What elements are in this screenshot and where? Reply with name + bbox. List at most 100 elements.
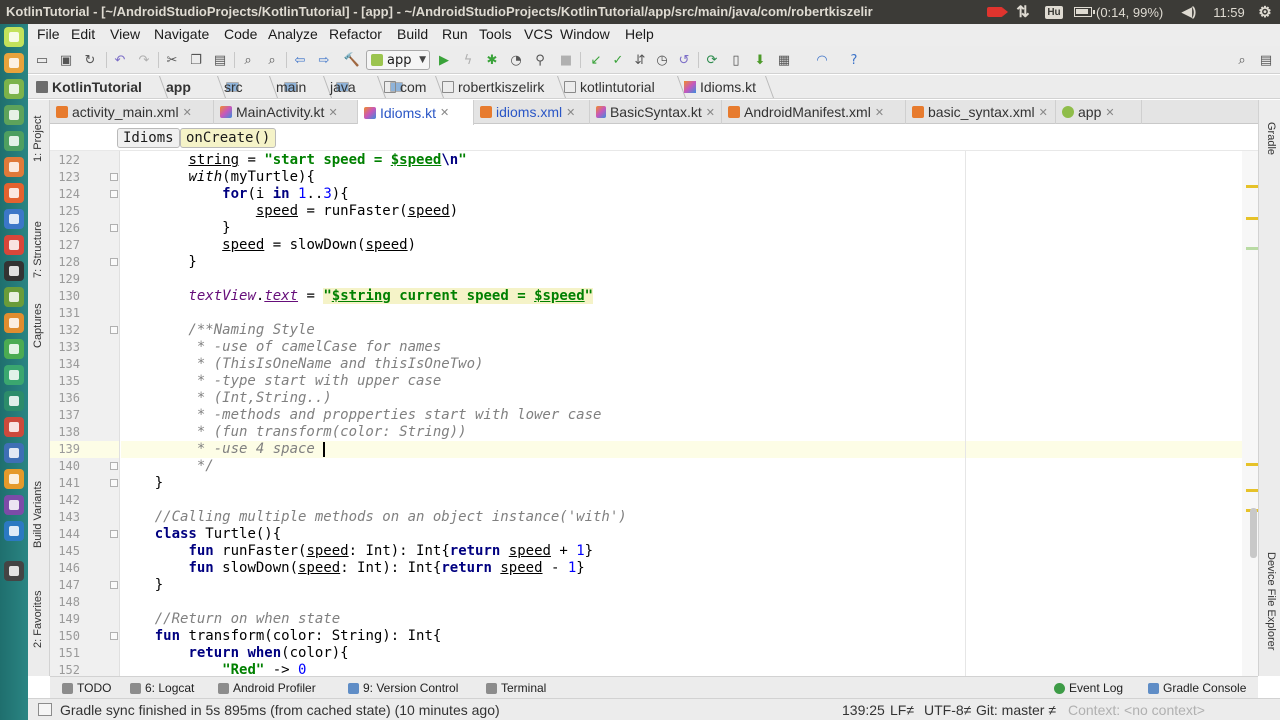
editor-crumb-class[interactable]: Idioms [117, 128, 180, 148]
line-number[interactable]: 126 [50, 220, 80, 237]
close-icon[interactable]: ✕ [440, 106, 449, 119]
launcher-app-icon[interactable] [4, 209, 24, 229]
menu-window[interactable]: Window [560, 26, 610, 42]
line-number[interactable]: 138 [50, 424, 80, 441]
line-number[interactable]: 150 [50, 628, 80, 645]
launcher-app-icon[interactable] [4, 261, 24, 281]
git-revert-icon[interactable]: ↺ [676, 52, 692, 68]
code-line[interactable]: class Turtle(){ [121, 526, 281, 543]
build-variants-panel-tab[interactable]: Build Variants [32, 481, 44, 548]
line-number[interactable]: 123 [50, 169, 80, 186]
profile-icon[interactable]: ◔ [508, 52, 524, 68]
git-update-icon[interactable]: ↙ [588, 52, 604, 68]
breadcrumb-com[interactable]: com [384, 79, 426, 95]
fold-marker-icon[interactable] [110, 462, 118, 470]
line-number[interactable]: 141 [50, 475, 80, 492]
launcher-app-icon[interactable] [4, 391, 24, 411]
line-number[interactable]: 127 [50, 237, 80, 254]
launcher-app-icon[interactable] [4, 521, 24, 541]
close-icon[interactable]: ✕ [706, 106, 715, 119]
editor-crumb-method[interactable]: onCreate() [180, 128, 277, 148]
code-line[interactable]: * (fun transform(color: String)) [121, 424, 467, 441]
line-number[interactable]: 137 [50, 407, 80, 424]
line-separator[interactable]: LF≠ [890, 702, 914, 718]
menu-navigate[interactable]: Navigate [154, 26, 209, 42]
warning-marker[interactable] [1246, 463, 1258, 466]
code-line[interactable]: } [121, 220, 230, 237]
launcher-app-icon[interactable] [4, 469, 24, 489]
code-line[interactable]: * -type start with upper case [121, 373, 441, 390]
redo-icon[interactable]: ↷ [136, 52, 152, 68]
clock[interactable]: 11:59 [1206, 0, 1252, 24]
breadcrumb-file[interactable]: Idioms.kt [684, 79, 756, 95]
line-number[interactable]: 131 [50, 305, 80, 322]
code-line[interactable]: /**Naming Style [121, 322, 314, 339]
line-number[interactable]: 129 [50, 271, 80, 288]
open-folder-icon[interactable]: ▭ [34, 52, 50, 68]
status-message[interactable]: Gradle sync finished in 5s 895ms (from c… [60, 702, 500, 718]
line-number[interactable]: 142 [50, 492, 80, 509]
git-commit-icon[interactable]: ✓ [610, 52, 626, 68]
launcher-app-icon[interactable] [4, 339, 24, 359]
sdk-manager-icon[interactable]: ⬇ [752, 52, 768, 68]
close-icon[interactable]: ✕ [328, 106, 337, 119]
search-everywhere-icon[interactable]: ⌕ [1234, 52, 1250, 68]
line-number[interactable]: 145 [50, 543, 80, 560]
code-line[interactable]: "Red" -> 0 [121, 662, 306, 676]
launcher-app-icon[interactable] [4, 183, 24, 203]
debug-icon[interactable]: ✱ [484, 52, 500, 68]
launcher-app-icon[interactable] [4, 131, 24, 151]
find-icon[interactable]: ⌕ [240, 52, 256, 68]
network-icon[interactable]: ⇅ [1012, 0, 1034, 24]
warning-marker[interactable] [1246, 185, 1258, 188]
line-number[interactable]: 144 [50, 526, 80, 543]
line-number[interactable]: 140 [50, 458, 80, 475]
git-compare-icon[interactable]: ⇵ [632, 52, 648, 68]
structure-panel-tab[interactable]: 7: Structure [32, 221, 44, 278]
fold-marker-icon[interactable] [110, 632, 118, 640]
code-line[interactable]: fun slowDown(speed: Int): Int{return spe… [121, 560, 584, 577]
replace-icon[interactable]: ⌕ [264, 52, 280, 68]
code-line[interactable]: textView.text = "$string current speed =… [121, 288, 594, 305]
line-number[interactable]: 149 [50, 611, 80, 628]
vertical-scrollbar-thumb[interactable] [1250, 508, 1257, 558]
line-number[interactable]: 135 [50, 373, 80, 390]
launcher-app-icon[interactable] [4, 313, 24, 333]
android-profiler-tab[interactable]: Android Profiler [218, 681, 316, 695]
menu-run[interactable]: Run [442, 26, 468, 42]
paste-icon[interactable]: ▤ [212, 52, 228, 68]
sync-icon[interactable]: ↻ [82, 52, 98, 68]
close-icon[interactable]: ✕ [875, 106, 884, 119]
close-icon[interactable]: ✕ [183, 106, 192, 119]
favorites-panel-tab[interactable]: 2: Favorites [32, 591, 44, 648]
launcher-app-icon[interactable] [4, 365, 24, 385]
fold-marker-icon[interactable] [110, 530, 118, 538]
code-line[interactable]: speed = runFaster(speed) [121, 203, 458, 220]
launcher-app-icon[interactable] [4, 443, 24, 463]
code-line[interactable]: * (Int,String..) [121, 390, 332, 407]
code-line[interactable]: fun transform(color: String): Int{ [121, 628, 442, 645]
help-icon[interactable]: ? [846, 52, 862, 68]
line-number[interactable]: 136 [50, 390, 80, 407]
run-icon[interactable]: ▶ [436, 52, 452, 68]
tab-basic-syntax-xml[interactable]: basic_syntax.xml ✕ [906, 100, 1056, 124]
line-number[interactable]: 143 [50, 509, 80, 526]
code-line[interactable]: with(myTurtle){ [121, 169, 314, 186]
breadcrumb-main[interactable]: main [276, 79, 349, 95]
cut-icon[interactable]: ✂ [164, 52, 180, 68]
toolbar-settings-icon[interactable]: ▤ [1258, 52, 1274, 68]
apply-changes-icon[interactable]: ϟ [460, 52, 476, 68]
line-number[interactable]: 124 [50, 186, 80, 203]
stop-icon[interactable]: ■ [558, 52, 574, 68]
line-number[interactable]: 132 [50, 322, 80, 339]
attach-debugger-icon[interactable]: ⚲ [532, 52, 548, 68]
screen-record-icon[interactable] [984, 0, 1008, 24]
version-control-tab[interactable]: 9: Version Control [348, 681, 458, 695]
breadcrumb-package[interactable]: robertkiszelirk [442, 79, 544, 95]
breadcrumb-project[interactable]: KotlinTutorial [36, 79, 142, 95]
warning-marker[interactable] [1246, 489, 1258, 492]
tab-mainactivity-kt[interactable]: MainActivity.kt ✕ [214, 100, 358, 124]
launcher-app-icon[interactable] [4, 27, 24, 47]
launcher-app-icon[interactable] [4, 561, 24, 581]
make-project-icon[interactable]: 🔨 [344, 52, 360, 68]
